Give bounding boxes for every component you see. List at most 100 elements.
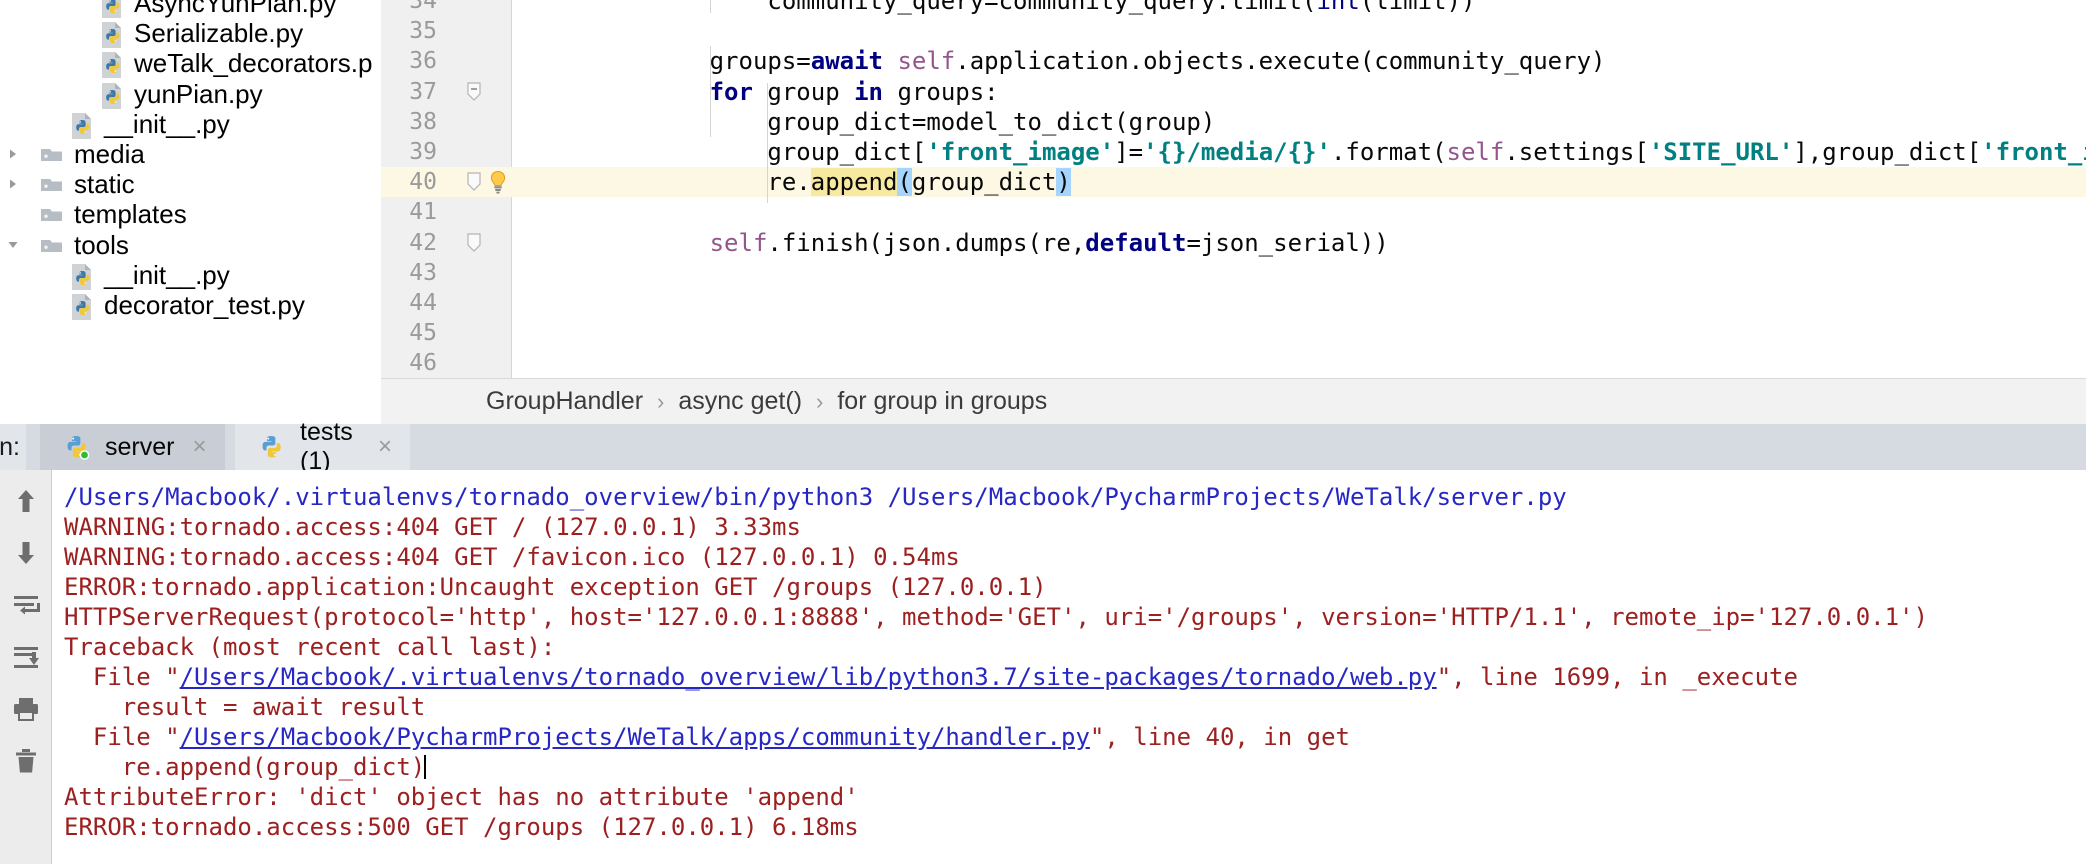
- scroll-up-icon[interactable]: [0, 478, 51, 524]
- console-line: File "/Users/Macbook/.virtualenvs/tornad…: [64, 663, 1798, 691]
- console-file-link[interactable]: /Users/Macbook/.virtualenvs/tornado_over…: [180, 663, 1437, 691]
- close-icon[interactable]: ×: [192, 435, 206, 459]
- tree-item-yunpian-py[interactable]: yunPian.py: [0, 79, 381, 109]
- code-line[interactable]: for group in groups:: [512, 77, 2086, 107]
- tree-expander-expanded-icon[interactable]: [4, 238, 22, 252]
- line-number[interactable]: 46: [381, 348, 437, 378]
- line-number[interactable]: 45: [381, 318, 437, 348]
- breadcrumb-separator-icon: ›: [816, 388, 824, 414]
- code-line[interactable]: groups=await self.application.objects.ex…: [512, 46, 2086, 76]
- tree-item-label: weTalk_decorators.p: [134, 48, 373, 79]
- intention-bulb-icon[interactable]: [485, 169, 511, 195]
- soft-wrap-icon[interactable]: [0, 582, 51, 628]
- console-line: ERROR:tornado.access:500 GET /groups (12…: [64, 813, 859, 841]
- run-tab-label: server: [105, 432, 175, 461]
- tree-item-label: __init__.py: [104, 259, 230, 290]
- code-line[interactable]: [512, 288, 2086, 318]
- breadcrumb-item[interactable]: for group in groups: [837, 387, 1047, 416]
- line-number[interactable]: 44: [381, 288, 437, 318]
- python-run-icon: [62, 432, 92, 462]
- tree-item-templates[interactable]: templates: [0, 199, 381, 229]
- tree-item-wetalk-decorators-p[interactable]: weTalk_decorators.p: [0, 48, 381, 79]
- fold-collapse-icon[interactable]: [465, 81, 483, 101]
- console-line: File "/Users/Macbook/PycharmProjects/WeT…: [64, 723, 1350, 751]
- tree-item-tools[interactable]: tools: [0, 230, 381, 260]
- run-tab-bar[interactable]: n: server × tests (1) ×: [0, 418, 2086, 475]
- project-file-tree[interactable]: AsyncYunPian.py Serializable.py weTalk_dec…: [0, 0, 381, 410]
- code-editor[interactable]: 34 35 36 37 38 39 40 41 42 43 44 45 46 community_que…: [381, 0, 2086, 378]
- clear-all-icon[interactable]: [0, 738, 51, 784]
- console-line: ERROR:tornado.application:Uncaught excep…: [64, 573, 1047, 601]
- tree-item-label: Serializable.py: [134, 18, 304, 49]
- code-line[interactable]: group_dict=model_to_dict(group): [512, 107, 2086, 137]
- scroll-to-end-icon[interactable]: [0, 634, 51, 680]
- line-number[interactable]: 37: [381, 77, 437, 107]
- tree-expander-collapsed-icon[interactable]: [4, 177, 22, 191]
- line-number[interactable]: 41: [381, 197, 437, 227]
- console-file-link[interactable]: /Users/Macbook/PycharmProjects/WeTalk/ap…: [180, 723, 1090, 751]
- scroll-down-icon[interactable]: [0, 530, 51, 576]
- tree-item-label: AsyncYunPian.py: [134, 0, 337, 18]
- editor-gutter[interactable]: 34 35 36 37 38 39 40 41 42 43 44 45 46: [381, 0, 512, 378]
- line-number[interactable]: 36: [381, 46, 437, 76]
- breadcrumb-item[interactable]: GroupHandler: [486, 387, 643, 416]
- tree-item-label: templates: [74, 199, 187, 230]
- tree-item-decorator-test-py[interactable]: decorator_test.py: [0, 290, 381, 320]
- console-line: re.append(group_dict): [64, 753, 427, 781]
- pycharm-window: AsyncYunPian.py Serializable.py weTalk_dec…: [0, 0, 2086, 864]
- line-number[interactable]: 34: [381, 0, 437, 16]
- tree-item-label: yunPian.py: [134, 78, 263, 109]
- editor-area: AsyncYunPian.py Serializable.py weTalk_dec…: [0, 0, 2086, 424]
- code-line[interactable]: [512, 258, 2086, 288]
- line-number[interactable]: 39: [381, 137, 437, 167]
- editor-breadcrumb[interactable]: GroupHandler › async get() › for group in gr…: [381, 378, 2086, 424]
- code-line[interactable]: re.append(group_dict): [512, 167, 2086, 197]
- editor-code-area[interactable]: community_query=community_query.limit(in…: [512, 0, 2086, 378]
- tree-item-static[interactable]: static: [0, 169, 381, 199]
- fold-end-icon[interactable]: [465, 172, 483, 192]
- tree-item-serializable-py[interactable]: Serializable.py: [0, 18, 381, 49]
- python-run-icon: [257, 432, 287, 462]
- run-tab-label: tests (1): [300, 418, 353, 475]
- code-line[interactable]: [512, 348, 2086, 378]
- fold-end-icon[interactable]: [465, 232, 483, 252]
- console-line: result = await result: [64, 693, 426, 721]
- print-icon[interactable]: [0, 686, 51, 732]
- code-line[interactable]: [512, 16, 2086, 46]
- python-file-icon: [68, 292, 98, 329]
- console-output[interactable]: /Users/Macbook/.virtualenvs/tornado_over…: [52, 470, 2086, 864]
- tree-item-asyncyunpian-py[interactable]: AsyncYunPian.py: [0, 0, 381, 18]
- code-line[interactable]: group_dict['front_image']='{}/media/{}'.…: [512, 137, 2086, 167]
- code-line[interactable]: self.finish(json.dumps(re,default=json_s…: [512, 228, 2086, 258]
- tree-expander-collapsed-icon[interactable]: [4, 147, 22, 161]
- console-line: WARNING:tornado.access:404 GET / (127.0.…: [64, 513, 801, 541]
- code-line[interactable]: [512, 318, 2086, 348]
- console-line: WARNING:tornado.access:404 GET /favicon.…: [64, 543, 960, 571]
- run-tab-server[interactable]: server ×: [40, 424, 225, 470]
- code-line[interactable]: [512, 197, 2086, 227]
- tree-item-media[interactable]: media: [0, 139, 381, 169]
- tree-item-label: static: [74, 169, 135, 200]
- text-caret: [424, 755, 427, 779]
- tree-item-label: media: [74, 139, 145, 169]
- line-number[interactable]: 43: [381, 258, 437, 288]
- tree-item--init-py[interactable]: __init__.py: [0, 109, 381, 139]
- code-line[interactable]: community_query=community_query.limit(in…: [512, 0, 2086, 16]
- line-number[interactable]: 42: [381, 228, 437, 258]
- console-line: AttributeError: 'dict' object has no att…: [64, 783, 859, 811]
- line-number[interactable]: 38: [381, 107, 437, 137]
- breadcrumb-item[interactable]: async get(): [678, 387, 802, 416]
- close-icon[interactable]: ×: [378, 435, 392, 459]
- breadcrumb-separator-icon: ›: [657, 388, 665, 414]
- console-line: HTTPServerRequest(protocol='http', host=…: [64, 603, 1928, 631]
- console-line: Traceback (most recent call last):: [64, 633, 556, 661]
- line-number[interactable]: 40: [381, 167, 437, 197]
- console-line: /Users/Macbook/.virtualenvs/tornado_over…: [64, 483, 1567, 511]
- tree-item-label: tools: [74, 229, 129, 260]
- run-tab-tests-1-[interactable]: tests (1) ×: [235, 418, 410, 475]
- run-tool-window: n: server × tests (1) × /Users/Macbook/.vir…: [0, 418, 2086, 864]
- tree-item--init-py[interactable]: __init__.py: [0, 260, 381, 290]
- console-toolbar[interactable]: [0, 470, 52, 864]
- line-number[interactable]: 35: [381, 16, 437, 46]
- tree-item-label: decorator_test.py: [104, 290, 305, 320]
